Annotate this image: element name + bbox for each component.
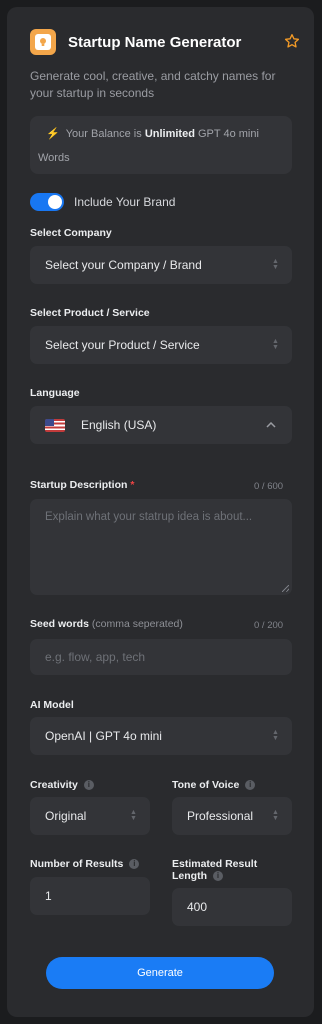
seed-hint: (comma seperated) [91,618,183,630]
updown-icon: ▲ ▼ [272,258,279,271]
info-icon[interactable]: i [129,859,140,870]
seed-input[interactable]: e.g. flow, app, tech [30,639,292,675]
required-mark: * [130,479,135,491]
star-icon[interactable] [284,33,300,52]
creativity-label: Creativity i [30,779,94,791]
bolt-icon: ⚡ [46,128,60,140]
include-brand-label: Include Your Brand [74,195,176,209]
length-label-line1: Estimated Result [172,858,258,870]
results-label: Number of Results i [30,858,140,870]
balance-model: GPT 4o mini [198,128,259,140]
results-input[interactable]: 1 [30,877,150,915]
include-brand-row: Include Your Brand [30,193,175,211]
info-icon[interactable]: i [245,780,256,791]
tone-value: Professional [187,809,254,823]
product-select[interactable]: Select your Product / Service ▲ ▼ [30,326,292,364]
info-icon[interactable]: i [213,871,223,882]
lightbulb-icon [30,29,56,55]
company-select-value: Select your Company / Brand [45,258,202,272]
balance-amount: Unlimited [144,128,195,140]
seed-placeholder: e.g. flow, app, tech [45,650,146,664]
ai-model-value: OpenAI | GPT 4o mini [45,729,162,743]
chevron-up-icon [266,420,276,431]
length-label: Estimated Result Length i [172,858,257,882]
product-select-value: Select your Product / Service [45,338,200,352]
updown-icon: ▲ ▼ [272,729,279,742]
header: Startup Name Generator [30,28,300,56]
length-label-line2: Length [172,870,207,882]
language-label: Language [30,387,80,399]
us-flag-icon [45,418,65,432]
info-icon[interactable]: i [83,780,94,791]
description-textarea[interactable]: Explain what your statrup idea is about.… [30,499,292,595]
seed-label-text: Seed words [30,618,89,630]
creativity-value: Original [45,809,87,823]
company-select[interactable]: Select your Company / Brand ▲ ▼ [30,246,292,284]
creativity-label-text: Creativity [30,779,78,791]
tone-select[interactable]: Professional ▲ ▼ [172,797,292,835]
length-input[interactable]: 400 [172,888,292,926]
resize-handle[interactable] [282,585,289,592]
description-counter: 0 / 600 [254,481,284,492]
company-label: Select Company [30,227,112,239]
updown-icon: ▲ ▼ [272,338,279,351]
length-value: 400 [187,900,208,914]
toggle-knob [48,195,62,209]
page-title: Startup Name Generator [68,33,242,51]
product-label: Select Product / Service [30,307,150,319]
updown-icon: ▲ ▼ [130,809,137,822]
seed-counter: 0 / 200 [254,620,284,631]
creativity-select[interactable]: Original ▲ ▼ [30,797,150,835]
ai-model-select[interactable]: OpenAI | GPT 4o mini ▲ ▼ [30,717,292,755]
balance-box: ⚡ Your Balance is Unlimited GPT 4o mini W… [30,116,292,174]
balance-prefix: Your Balance is [65,128,142,140]
seed-label: Seed words (comma seperated) [30,618,183,630]
updown-icon: ▲ ▼ [272,809,279,822]
tone-label: Tone of Voice i [172,779,256,791]
description-label: Startup Description * [30,479,134,491]
include-brand-toggle[interactable] [30,193,64,211]
generate-button[interactable]: Generate [46,957,274,989]
results-label-text: Number of Results [30,858,124,870]
ai-model-label: AI Model [30,699,74,711]
description-label-text: Startup Description [30,479,128,491]
page-subtitle: Generate cool, creative, and catchy name… [30,69,276,100]
language-select-value: English (USA) [81,418,157,432]
results-value: 1 [45,889,52,903]
tone-label-text: Tone of Voice [172,779,240,791]
description-placeholder: Explain what your statrup idea is about.… [45,511,253,523]
balance-unit: Words [38,152,70,164]
language-select[interactable]: English (USA) [30,406,292,444]
